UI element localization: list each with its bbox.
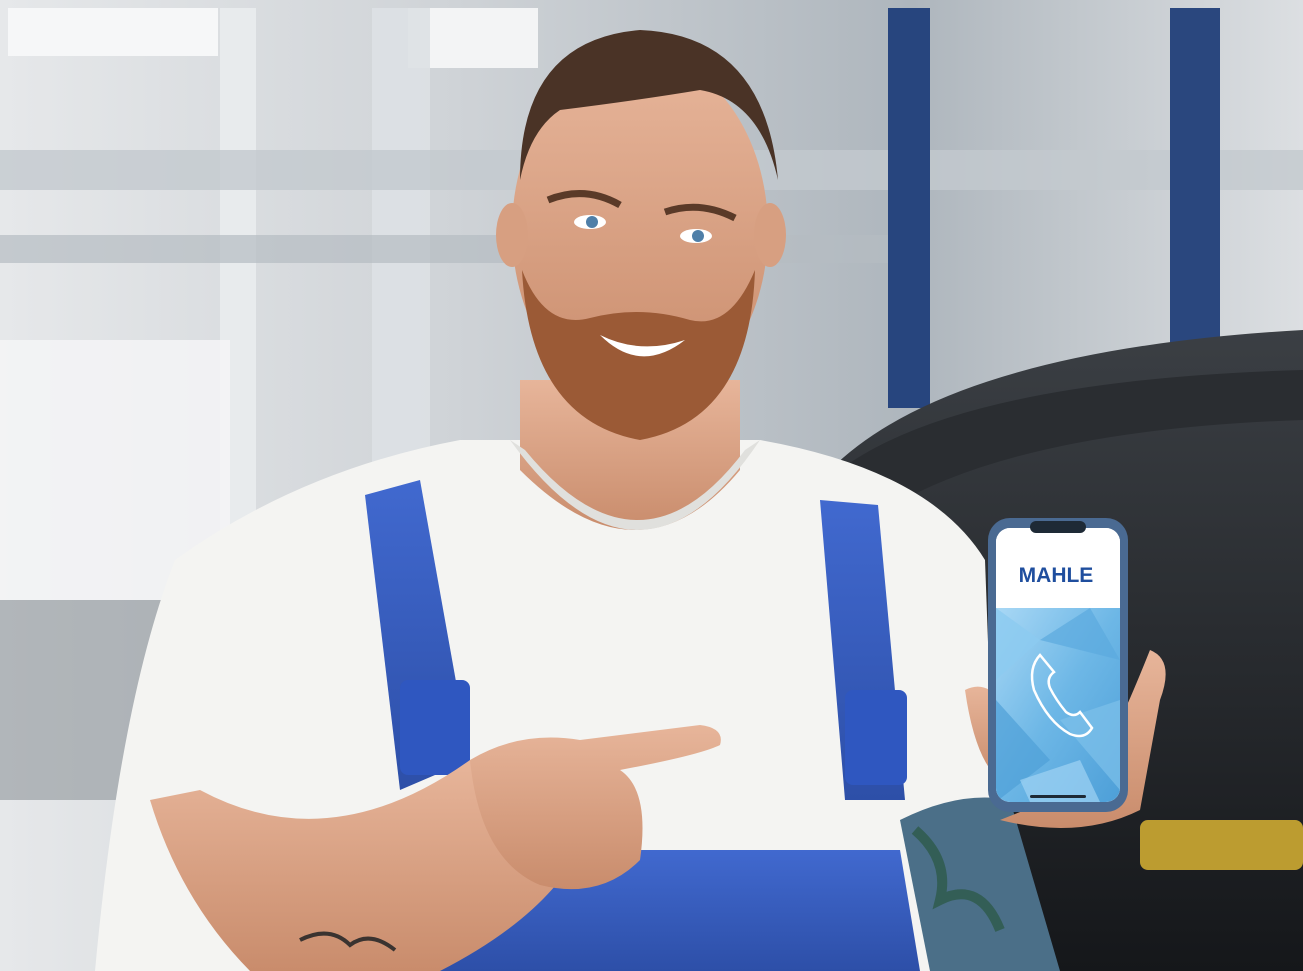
smartphone: MAHLE (988, 518, 1128, 812)
workshop-photo: MAHLE (0, 0, 1303, 971)
iris-left (586, 216, 598, 228)
home-indicator (1030, 795, 1086, 798)
strap-buckle-left (400, 680, 470, 775)
blue-lift-pillar (888, 8, 930, 408)
yellow-jack (1140, 820, 1303, 870)
skylight-window (8, 8, 218, 56)
mahle-logo: MAHLE (1019, 564, 1094, 587)
ear-right (754, 203, 786, 267)
iris-right (692, 230, 704, 242)
phone-notch (1030, 521, 1086, 533)
blue-lift-pillar (1170, 8, 1220, 368)
strap-buckle-right (845, 690, 907, 785)
ear-left (496, 203, 528, 267)
photo-canvas: MAHLE (0, 0, 1303, 971)
